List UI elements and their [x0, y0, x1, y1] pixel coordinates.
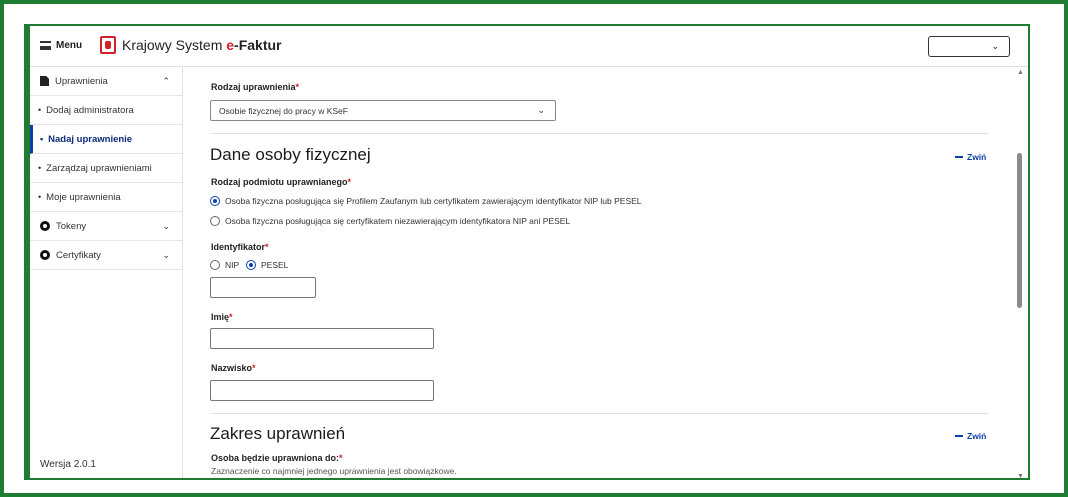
scroll-thumb[interactable] [1017, 153, 1022, 308]
app-version: Wersja 2.0.1 [40, 459, 96, 470]
identifier-option-pesel[interactable]: PESEL [246, 260, 288, 270]
subject-option-certificate-no-id[interactable]: Osoba fizyczna posługująca się certyfika… [210, 216, 570, 226]
emblem-icon [100, 36, 116, 54]
sidebar-item-zarzadzaj-uprawnieniami[interactable]: • Zarządzaj uprawnieniami [30, 154, 182, 183]
main-content: Rodzaj uprawnienia* Osobie fizycznej do … [183, 67, 1013, 478]
chevron-down-icon: ⌄ [991, 41, 999, 51]
language-select[interactable]: ⌄ [928, 36, 1010, 57]
scope-section-title: Zakres uprawnień [210, 424, 346, 443]
sidebar-item-tokeny[interactable]: Tokeny ⌄ [30, 212, 182, 241]
app-logo[interactable]: Krajowy System e-Faktur [100, 36, 282, 54]
last-name-input[interactable] [210, 380, 434, 401]
minus-icon [955, 435, 963, 437]
chevron-up-icon: ⌃ [162, 75, 170, 86]
first-name-input[interactable] [210, 328, 434, 349]
ring-icon [40, 221, 50, 231]
radio-checked[interactable] [246, 260, 256, 270]
scope-hint: Zaznaczenie co najmniej jednego uprawnie… [211, 466, 457, 476]
vertical-scrollbar[interactable]: ▲ ▼ [1013, 67, 1028, 478]
app-title: Krajowy System e-Faktur [122, 37, 282, 53]
permission-type-select[interactable]: Osobie fizycznej do pracy w KSeF ⌄ [210, 100, 556, 121]
subject-type-label: Rodzaj podmiotu uprawnianego* [211, 177, 352, 187]
section-divider [210, 413, 988, 414]
subject-option-trusted-profile[interactable]: Osoba fizyczna posługująca się Profilem … [210, 196, 642, 206]
screenshot-frame: Menu Krajowy System e-Faktur ⌄ Uprawnien… [0, 0, 1068, 497]
radio-unchecked[interactable] [210, 216, 220, 226]
sidebar: Uprawnienia ⌃ • Dodaj administratora • N… [30, 67, 183, 478]
top-bar: Menu Krajowy System e-Faktur ⌄ [30, 26, 1028, 67]
sidebar-item-nadaj-uprawnienie[interactable]: • Nadaj uprawnienie [30, 125, 182, 154]
scroll-up-arrow-icon[interactable]: ▲ [1017, 69, 1024, 76]
bullet-icon: • [38, 163, 42, 173]
authorized-label: Osoba będzie uprawniona do:* [211, 453, 343, 463]
sidebar-item-moje-uprawnienia[interactable]: • Moje uprawnienia [30, 183, 182, 212]
radio-checked[interactable] [210, 196, 220, 206]
identifier-input[interactable] [210, 277, 316, 298]
sidebar-item-uprawnienia[interactable]: Uprawnienia ⌃ [30, 67, 182, 96]
identifier-label: Identyfikator* [211, 242, 269, 252]
menu-button[interactable]: Menu [40, 40, 82, 51]
identifier-option-nip[interactable]: NIP [210, 260, 239, 270]
first-name-label: Imię* [211, 312, 233, 322]
hamburger-icon [40, 41, 51, 50]
bullet-icon: • [38, 105, 42, 115]
chevron-down-icon: ⌄ [537, 105, 545, 115]
sidebar-item-certyfikaty[interactable]: Certyfikaty ⌄ [30, 241, 182, 270]
scope-collapse-button[interactable]: Zwiń [955, 431, 986, 441]
person-section-title: Dane osoby fizycznej [210, 145, 371, 164]
person-collapse-button[interactable]: Zwiń [955, 152, 986, 162]
minus-icon [955, 156, 963, 158]
document-icon [40, 76, 49, 86]
scroll-down-arrow-icon[interactable]: ▼ [1017, 473, 1024, 478]
menu-label: Menu [56, 40, 83, 51]
last-name-label: Nazwisko* [211, 363, 256, 373]
app-window: Menu Krajowy System e-Faktur ⌄ Uprawnien… [24, 24, 1030, 480]
radio-unchecked[interactable] [210, 260, 220, 270]
ring-icon [40, 250, 50, 260]
sidebar-item-dodaj-administratora[interactable]: • Dodaj administratora [30, 96, 182, 125]
chevron-down-icon: ⌄ [162, 249, 170, 260]
chevron-down-icon: ⌄ [162, 220, 170, 231]
bullet-icon: • [40, 134, 44, 144]
permission-type-label: Rodzaj uprawnienia* [211, 82, 300, 92]
section-divider [210, 133, 988, 134]
bullet-icon: • [38, 192, 42, 202]
